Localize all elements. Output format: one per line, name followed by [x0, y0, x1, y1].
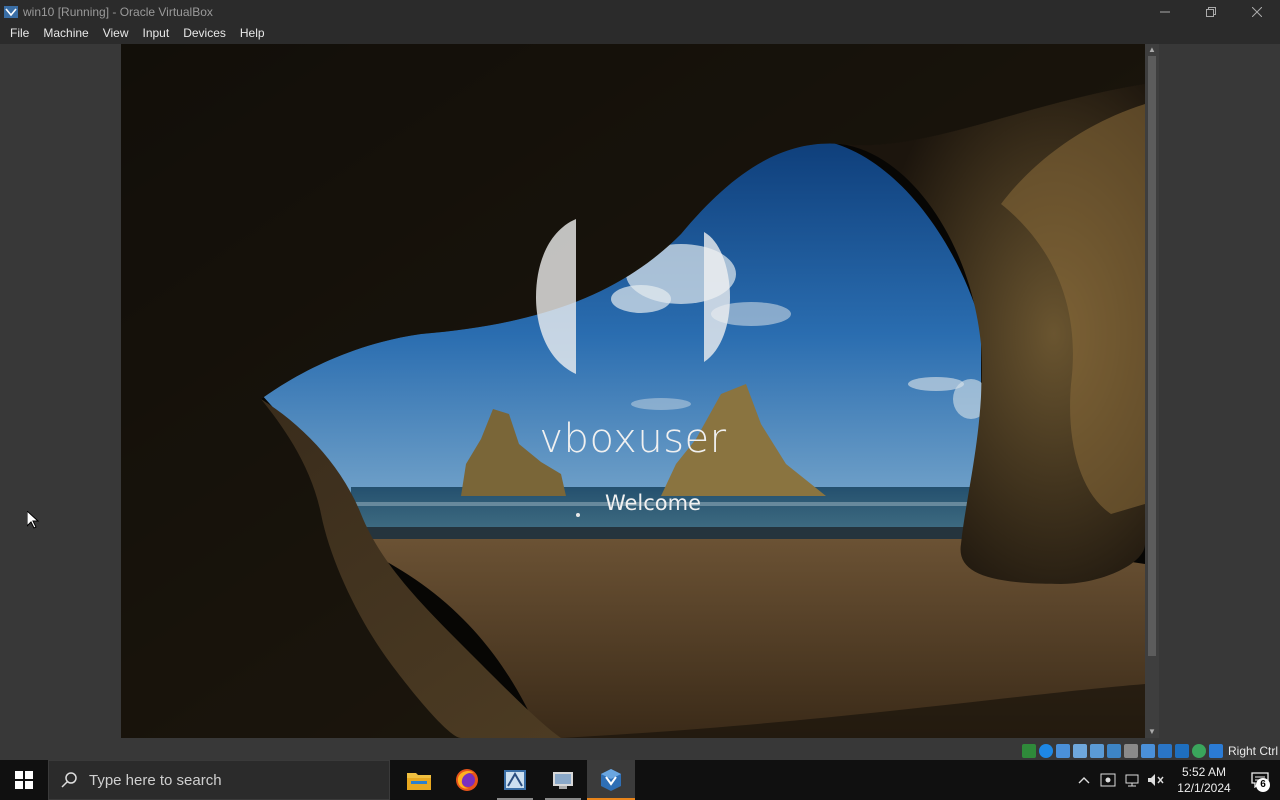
menu-machine[interactable]: Machine: [36, 23, 95, 44]
taskbar-app-3[interactable]: [491, 760, 539, 800]
video-capture-icon[interactable]: [1157, 743, 1172, 758]
notification-center-button[interactable]: 6: [1240, 760, 1280, 800]
usb-icon[interactable]: [1106, 743, 1121, 758]
title-bar: win10 [Running] - Oracle VirtualBox: [0, 0, 1280, 23]
scrollbar-thumb[interactable]: [1148, 56, 1156, 656]
taskbar-search-box[interactable]: Type here to search: [48, 760, 390, 800]
login-username: vboxuser: [539, 416, 727, 462]
system-tray: 5:52 AM 12/1/2024 6: [1072, 760, 1280, 800]
menu-devices[interactable]: Devices: [176, 23, 233, 44]
clock-date: 12/1/2024: [1177, 781, 1231, 795]
host-key-label: Right Ctrl: [1227, 743, 1278, 758]
floppy-icon[interactable]: [1055, 743, 1070, 758]
volume-muted-icon[interactable]: [1144, 760, 1168, 800]
firefox-icon: [456, 769, 478, 791]
notification-count-badge: 6: [1256, 778, 1270, 792]
start-button[interactable]: [0, 760, 48, 800]
taskbar-firefox[interactable]: [443, 760, 491, 800]
menu-input[interactable]: Input: [136, 23, 177, 44]
account-picture-left-half: [536, 219, 576, 374]
taskbar: Type here to search 5:52 AM 12/1/2024 6: [0, 760, 1280, 800]
restore-icon: [1206, 6, 1216, 17]
menu-file[interactable]: File: [0, 23, 36, 44]
welcome-status-text: Welcome: [604, 491, 702, 515]
scroll-down-arrow-icon[interactable]: ▼: [1145, 726, 1159, 738]
clock-time: 5:52 AM: [1181, 765, 1227, 779]
app-icon-4: [553, 772, 573, 789]
display-icon[interactable]: [1140, 743, 1155, 758]
show-hidden-icons-chevron-icon[interactable]: [1072, 760, 1096, 800]
search-icon: [61, 772, 77, 788]
close-button[interactable]: [1234, 0, 1280, 23]
network-icon[interactable]: [1089, 743, 1104, 758]
restore-button[interactable]: [1188, 0, 1234, 23]
window-title: win10 [Running] - Oracle VirtualBox: [23, 4, 213, 19]
taskbar-clock[interactable]: 5:52 AM 12/1/2024: [1168, 764, 1240, 796]
network-status-icon[interactable]: [1120, 760, 1144, 800]
mouse-integration-icon[interactable]: [1191, 743, 1206, 758]
windows-logo-icon: [15, 771, 33, 789]
taskbar-app-4[interactable]: [539, 760, 587, 800]
keyboard-icon[interactable]: [1208, 743, 1223, 758]
vm-vertical-scrollbar[interactable]: ▲ ▼: [1145, 44, 1159, 738]
vm-display[interactable]: vboxuser Welcome: [121, 44, 1145, 738]
file-explorer-icon: [407, 773, 431, 790]
virtualbox-app-icon: [4, 5, 18, 18]
app-icon-3: [504, 770, 526, 790]
optical-drive-icon[interactable]: [1038, 743, 1053, 758]
taskbar-virtualbox[interactable]: [587, 760, 635, 800]
close-icon: [1252, 6, 1262, 17]
vm-status-bar: Right Ctrl: [0, 741, 1280, 760]
account-picture-right-half: [704, 232, 730, 362]
virtualbox-icon: [601, 769, 621, 791]
menu-bar: File Machine View Input Devices Help: [0, 23, 1280, 44]
scroll-up-arrow-icon[interactable]: ▲: [1145, 44, 1159, 56]
audio-icon[interactable]: [1072, 743, 1087, 758]
minimize-icon: [1160, 11, 1170, 12]
menu-help[interactable]: Help: [233, 23, 272, 44]
mouse-pointer-icon: [27, 511, 39, 529]
virtualization-icon[interactable]: [1174, 743, 1189, 758]
hard-disk-icon[interactable]: [1021, 743, 1036, 758]
host-area: vboxuser Welcome ▲ ▼: [0, 44, 1280, 741]
cave-beach-wallpaper: [121, 44, 1145, 738]
minimize-button[interactable]: [1142, 0, 1188, 23]
menu-view[interactable]: View: [96, 23, 136, 44]
shared-folders-icon[interactable]: [1123, 743, 1138, 758]
tray-app-icon[interactable]: [1096, 760, 1120, 800]
taskbar-file-explorer[interactable]: [395, 760, 443, 800]
search-placeholder: Type here to search: [89, 771, 222, 789]
